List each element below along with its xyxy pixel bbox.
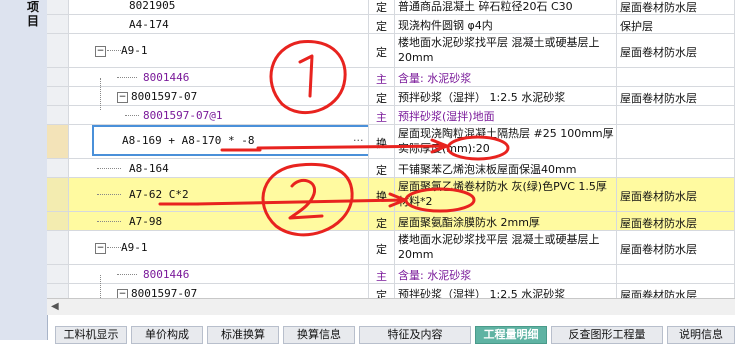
item-code: A7-98 xyxy=(129,215,163,228)
collapse-toggle-icon[interactable]: − xyxy=(117,289,128,298)
item-code: 8021905 xyxy=(129,0,176,12)
item-code: A7-62 C*2 xyxy=(129,188,189,201)
item-name: 屋面聚氯乙烯卷材防水 灰(绿)色PVC 1.5厚 材料*2 xyxy=(398,180,607,208)
item-type: 定 xyxy=(376,1,387,14)
table-row[interactable]: 8021905 定 普通商品混凝土 碎石粒径20石 C30 屋面卷材防水层 xyxy=(47,0,735,15)
tab-reverse-lookup[interactable]: 反查图形工程量 xyxy=(551,326,663,344)
material-code: 8001597-07@1 xyxy=(143,109,223,122)
item-code: 8001597-07 xyxy=(131,287,198,298)
item-spec: 屋面卷材防水层 xyxy=(620,243,697,256)
bottom-tab-bar: 工料机显示 单价构成 标准换算 换算信息 特征及内容 工程量明细 反查图形工程量… xyxy=(47,318,735,344)
tab-labor-material[interactable]: 工料机显示 xyxy=(55,326,127,344)
collapse-toggle-icon[interactable]: − xyxy=(117,92,128,103)
table-row[interactable]: − 8001597-07 定 预拌砂浆（湿拌） 1:2.5 水泥砂浆 屋面卷材防… xyxy=(47,87,735,106)
item-type: 换 xyxy=(376,137,387,150)
item-name: 含量: 水泥砂浆 xyxy=(398,72,472,85)
item-name: 楼地面水泥砂浆找平层 混凝土或硬基层上 20mm xyxy=(398,233,600,261)
item-type: 定 xyxy=(376,243,387,256)
item-code: A9-1 xyxy=(121,241,148,254)
item-type: 定 xyxy=(376,164,387,177)
table-row[interactable]: 8001446 主 含量: 水泥砂浆 xyxy=(47,265,735,284)
item-name: 预拌砂浆（湿拌） 1:2.5 水泥砂浆 xyxy=(398,91,566,104)
tab-conversion-info[interactable]: 换算信息 xyxy=(283,326,355,344)
item-code: 8001597-07 xyxy=(131,90,198,103)
table-row[interactable]: − 8001597-07 定 预拌砂浆（湿拌） 1:2.5 水泥砂浆 屋面卷材防… xyxy=(47,284,735,298)
item-spec: 保护层 xyxy=(620,20,653,33)
tab-features[interactable]: 特征及内容 xyxy=(359,326,471,344)
scroll-left-arrow-icon[interactable]: ◀ xyxy=(51,301,59,312)
item-type: 定 xyxy=(376,217,387,230)
item-type: 主 xyxy=(376,73,387,86)
item-spec: 屋面卷材防水层 xyxy=(620,289,697,298)
item-type: 主 xyxy=(376,270,387,283)
item-code: A8-164 xyxy=(129,162,169,175)
tab-standard-conversion[interactable]: 标准换算 xyxy=(207,326,279,344)
item-spec: 屋面卷材防水层 xyxy=(620,92,697,105)
horizontal-scrollbar[interactable]: ◀ xyxy=(47,298,735,315)
item-type: 主 xyxy=(376,111,387,124)
table-row[interactable]: A4-174 定 现浇构件圆钢 φ4内 保护层 xyxy=(47,15,735,34)
tab-unit-price[interactable]: 单价构成 xyxy=(131,326,203,344)
table-row[interactable]: A8-164 定 干铺聚苯乙烯泡沫板屋面保温40mm xyxy=(47,159,735,178)
item-type: 定 xyxy=(376,289,387,298)
table-row[interactable]: 8001597-07@1 主 预拌砂浆(湿拌)地面 xyxy=(47,106,735,125)
item-name: 屋面现浇陶粒混凝土隔热层 #25 100mm厚 实际厚度(mm):20 xyxy=(398,127,614,155)
item-spec: 屋面卷材防水层 xyxy=(620,46,697,59)
item-name: 现浇构件圆钢 φ4内 xyxy=(398,19,493,32)
material-code: 8001446 xyxy=(143,268,190,281)
item-name: 楼地面水泥砂浆找平层 混凝土或硬基层上 20mm xyxy=(398,36,600,64)
item-name: 预拌砂浆(湿拌)地面 xyxy=(398,110,495,123)
item-name: 含量: 水泥砂浆 xyxy=(398,269,472,282)
item-code: A9-1 xyxy=(121,44,148,57)
material-code: 8001446 xyxy=(143,71,190,84)
item-code: A4-174 xyxy=(129,18,169,31)
tab-quantity-detail[interactable]: 工程量明细 xyxy=(475,326,547,344)
item-type: 定 xyxy=(376,92,387,105)
item-spec: 屋面卷材防水层 xyxy=(620,1,697,14)
table-row[interactable]: 8001446 主 含量: 水泥砂浆 xyxy=(47,68,735,87)
table-row-selected[interactable]: A8-169 + A8-170 * -8 ··· 换 屋面现浇陶粒混凝土隔热层 … xyxy=(47,125,735,159)
table-row-highlighted[interactable]: A7-62 C*2 换 屋面聚氯乙烯卷材防水 灰(绿)色PVC 1.5厚 材料*… xyxy=(47,178,735,212)
item-type: 换 xyxy=(376,190,387,203)
table-row-highlighted[interactable]: A7-98 定 屋面聚氨酯涂膜防水 2mm厚 屋面卷材防水层 xyxy=(47,212,735,231)
quota-grid: 8021905 定 普通商品混凝土 碎石粒径20石 C30 屋面卷材防水层 A4… xyxy=(47,0,735,298)
table-row[interactable]: − A9-1 定 楼地面水泥砂浆找平层 混凝土或硬基层上 20mm 屋面卷材防水… xyxy=(47,231,735,265)
item-type: 定 xyxy=(376,46,387,59)
more-options-icon[interactable]: ··· xyxy=(353,134,364,147)
table-row[interactable]: − A9-1 定 楼地面水泥砂浆找平层 混凝土或硬基层上 20mm 屋面卷材防水… xyxy=(47,34,735,68)
item-spec: 屋面卷材防水层 xyxy=(620,217,697,230)
code-edit-value[interactable]: A8-169 + A8-170 * -8 xyxy=(122,134,254,147)
tab-description[interactable]: 说明信息 xyxy=(667,326,735,344)
item-name: 普通商品混凝土 碎石粒径20石 C30 xyxy=(398,0,573,13)
collapse-toggle-icon[interactable]: − xyxy=(95,46,106,57)
item-type: 定 xyxy=(376,20,387,33)
code-edit-field[interactable]: A8-169 + A8-170 * -8 xyxy=(92,125,368,156)
left-sidebar: 项目 xyxy=(0,0,48,340)
item-name: 预拌砂浆（湿拌） 1:2.5 水泥砂浆 xyxy=(398,288,566,298)
item-name: 屋面聚氨酯涂膜防水 2mm厚 xyxy=(398,216,540,229)
sidebar-label: 项目 xyxy=(26,0,39,28)
item-spec: 屋面卷材防水层 xyxy=(620,190,697,203)
collapse-toggle-icon[interactable]: − xyxy=(95,243,106,254)
item-name: 干铺聚苯乙烯泡沫板屋面保温40mm xyxy=(398,163,577,176)
